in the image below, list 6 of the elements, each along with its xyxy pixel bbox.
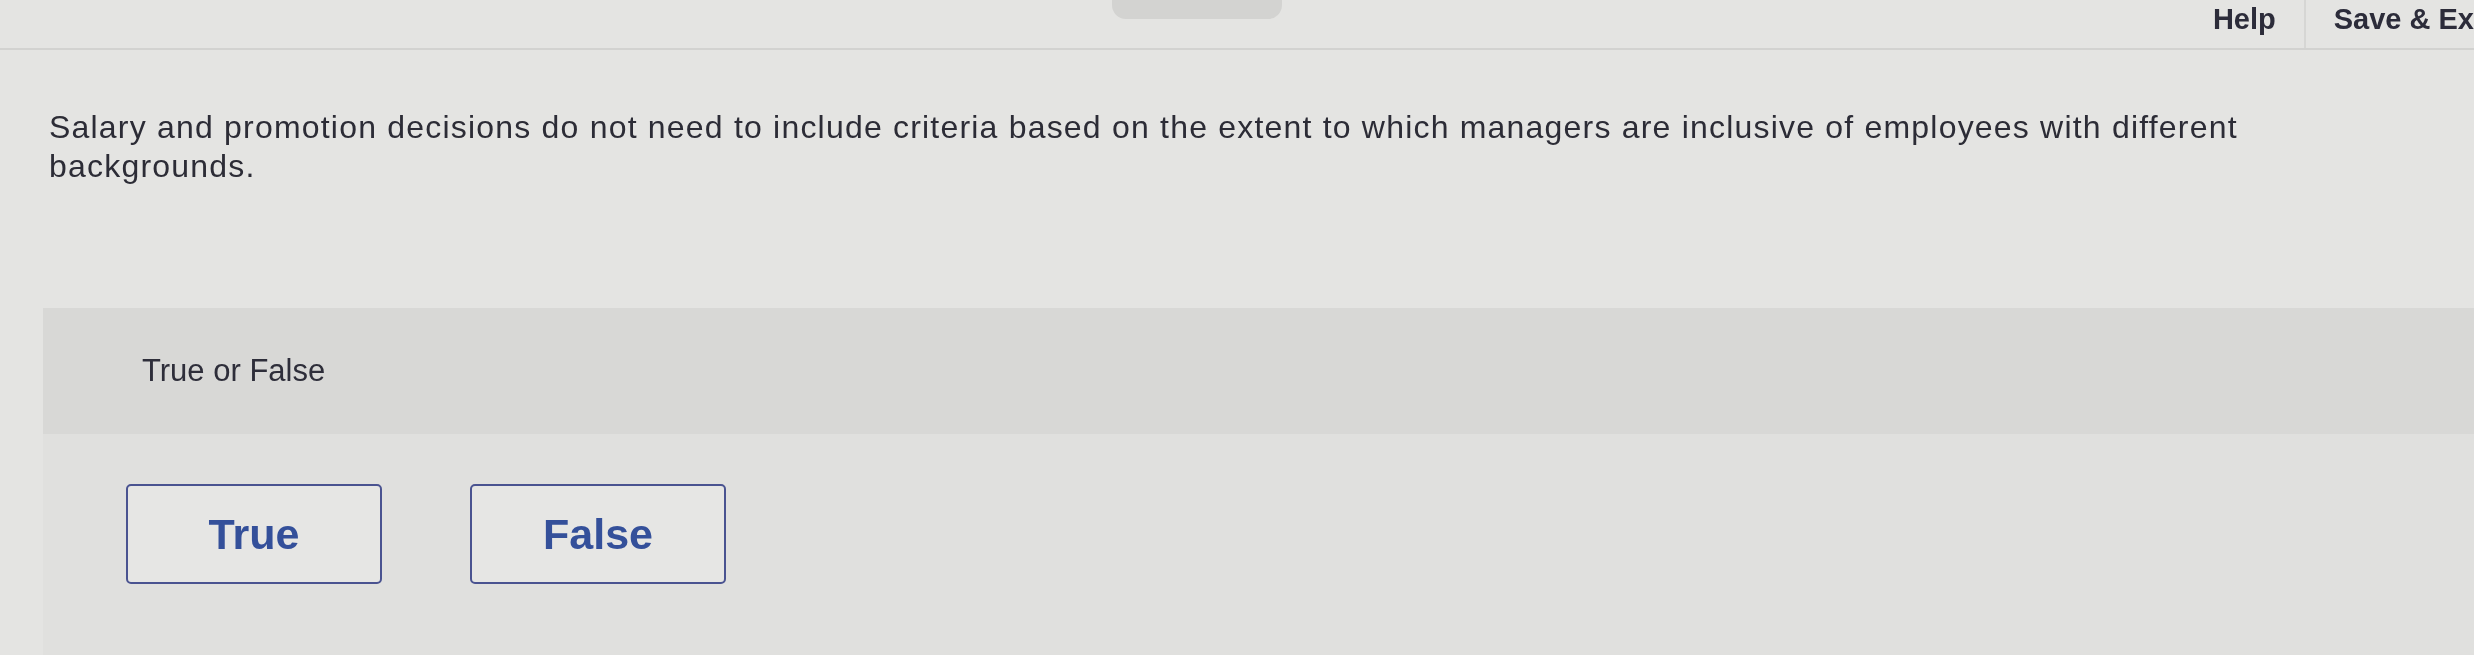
help-link[interactable]: Help	[2212, 0, 2276, 36]
question-text: Salary and promotion decisions do not need to include criteria based on the extent to which managers are inclusive of employees with different backgrounds.	[49, 108, 2239, 186]
answer-option[interactable]: False	[470, 484, 726, 584]
answer-option[interactable]: True	[126, 484, 382, 584]
prompt-label: True or False	[142, 353, 326, 389]
save-exit-link[interactable]: Save & Ex	[2333, 0, 2474, 36]
